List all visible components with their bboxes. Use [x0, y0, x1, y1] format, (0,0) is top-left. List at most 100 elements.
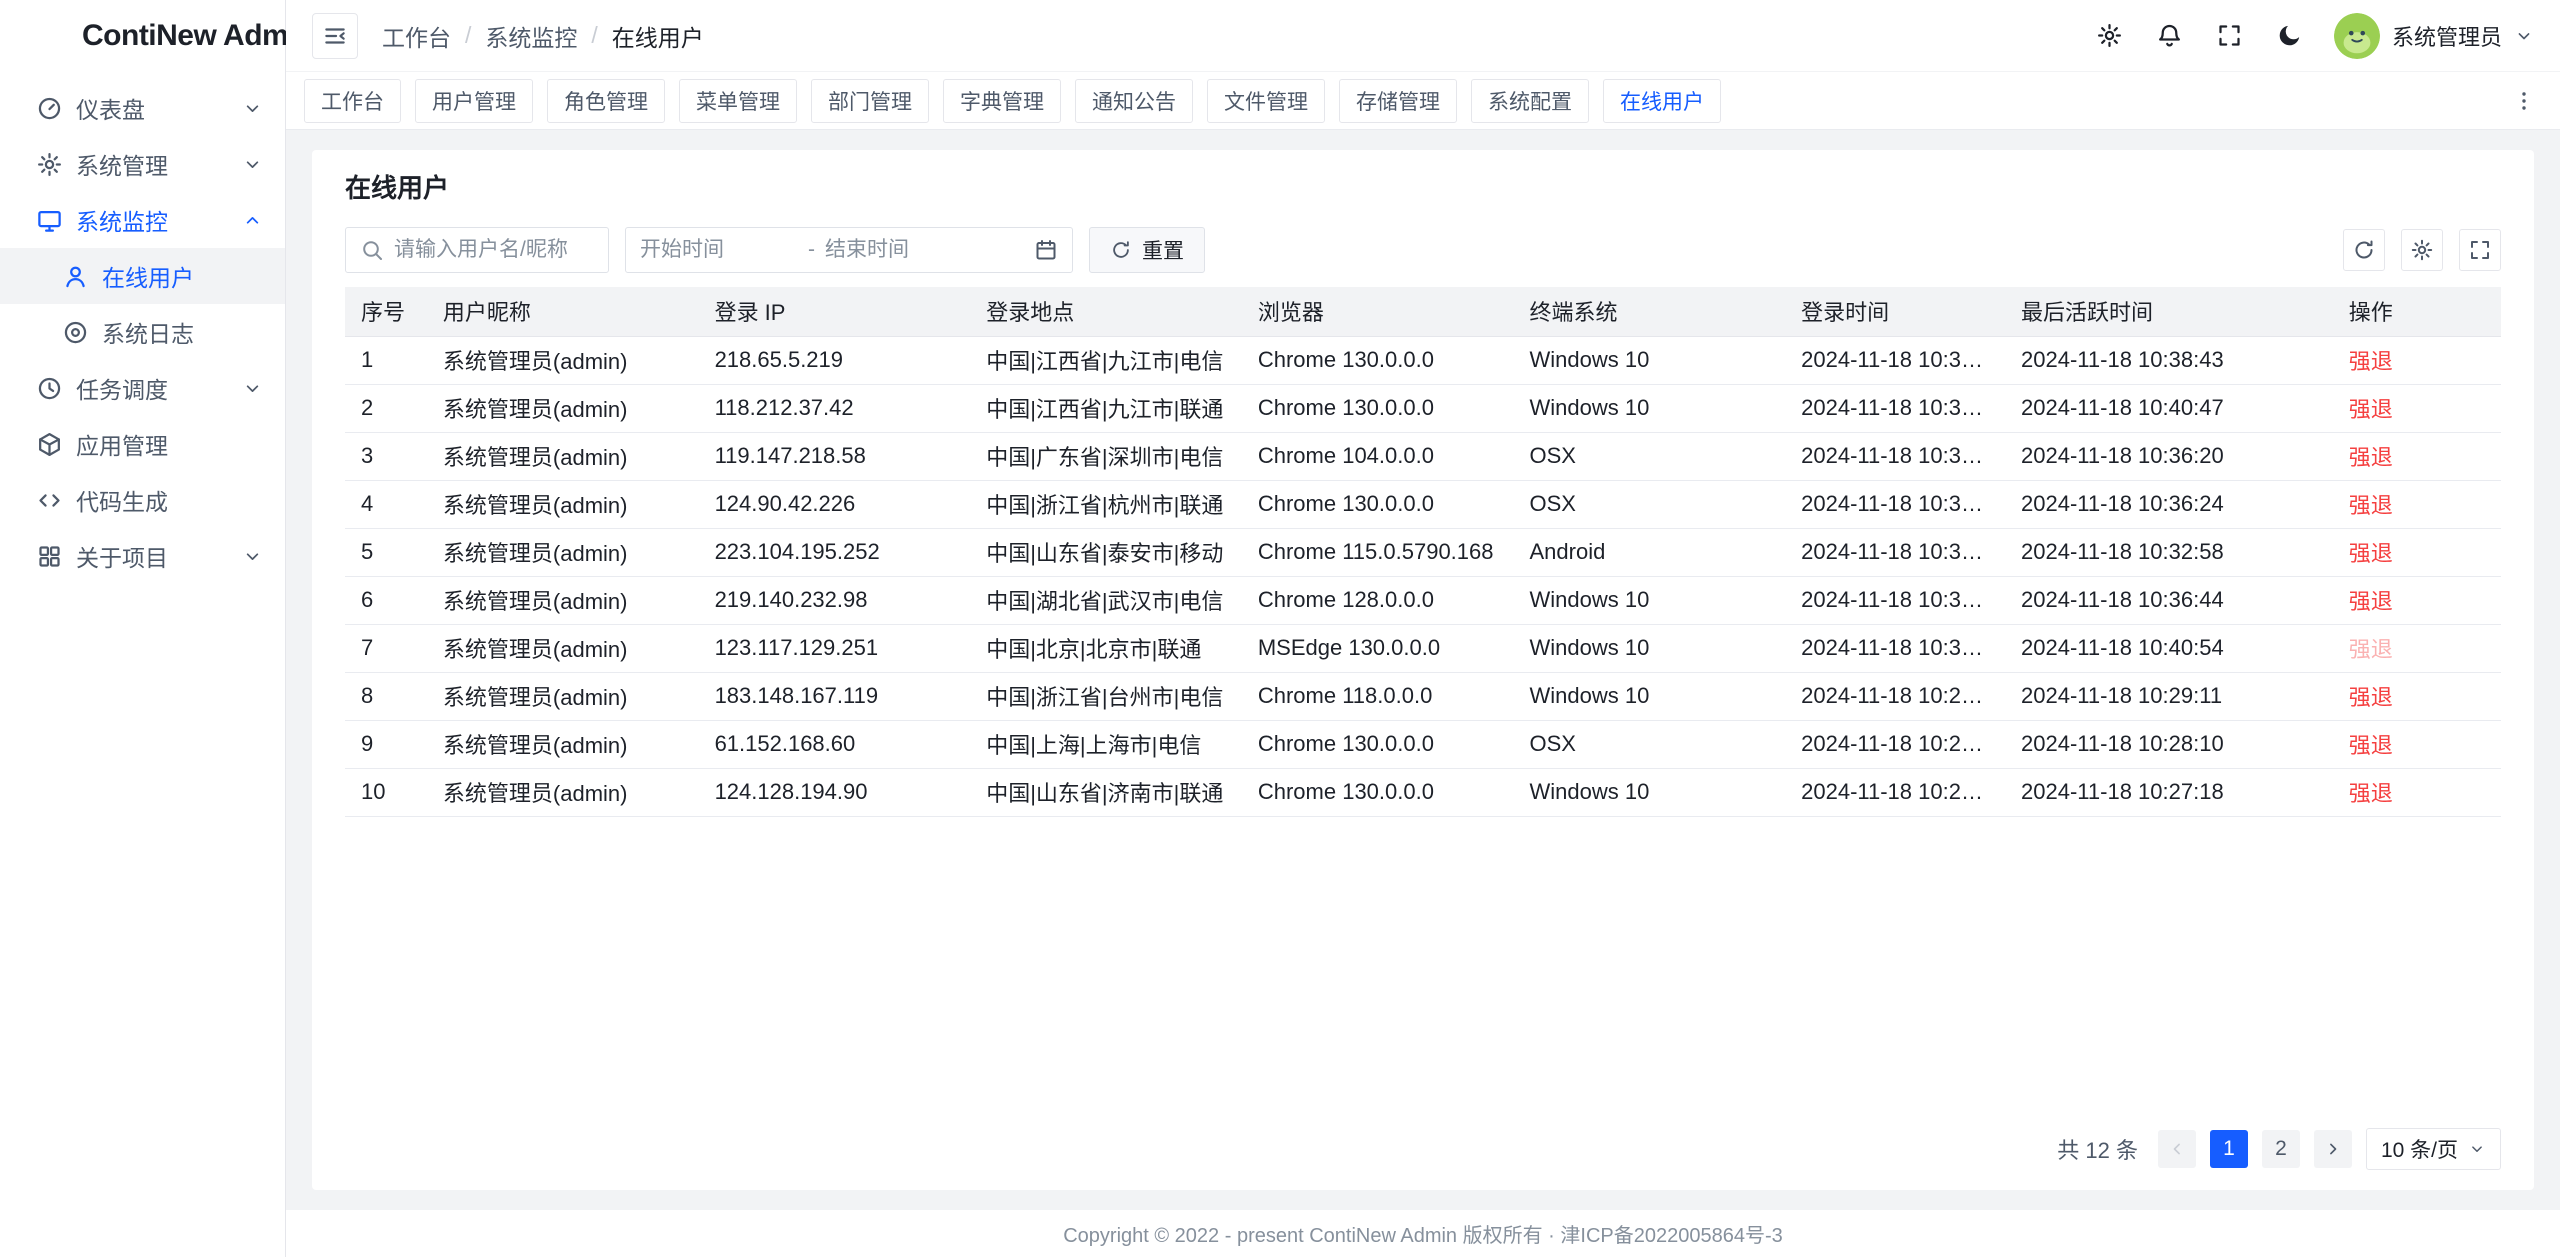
- tab-item[interactable]: 工作台: [304, 79, 401, 123]
- pagination-total: 共 12 条: [2057, 1133, 2138, 1165]
- cell-action: 强退: [2333, 720, 2501, 768]
- tab-item[interactable]: 文件管理: [1207, 79, 1325, 123]
- column-settings-button[interactable]: [2401, 229, 2443, 271]
- tab-item[interactable]: 字典管理: [943, 79, 1061, 123]
- collapse-sidebar-button[interactable]: [312, 13, 358, 59]
- column-header: 最后活跃时间: [2005, 287, 2333, 336]
- force-logout-link[interactable]: 强退: [2349, 589, 2393, 614]
- expand-icon: [2468, 238, 2492, 262]
- cell-location: 中国|山东省|泰安市|移动: [970, 528, 1242, 576]
- cell-ip: 123.117.129.251: [699, 624, 971, 672]
- pagination-prev-button[interactable]: [2158, 1130, 2196, 1168]
- sidebar-item-system-management[interactable]: 系统管理: [0, 136, 285, 192]
- breadcrumb-item[interactable]: 工作台: [382, 19, 451, 53]
- search-input[interactable]: [394, 238, 594, 262]
- start-date-input[interactable]: [640, 238, 798, 262]
- tab-label: 用户管理: [432, 86, 516, 116]
- tab-item[interactable]: 通知公告: [1075, 79, 1193, 123]
- page-size-value: 10 条/页: [2381, 1134, 2458, 1164]
- refresh-table-button[interactable]: [2343, 229, 2385, 271]
- chevron-down-icon: [2514, 26, 2534, 46]
- sidebar-item-task-schedule[interactable]: 任务调度: [0, 360, 285, 416]
- cell-os: Windows 10: [1513, 672, 1785, 720]
- cell-index: 5: [345, 528, 427, 576]
- force-logout-link[interactable]: 强退: [2349, 685, 2393, 710]
- cell-index: 3: [345, 432, 427, 480]
- sidebar-item-app-management[interactable]: 应用管理: [0, 416, 285, 472]
- tab-item[interactable]: 系统配置: [1471, 79, 1589, 123]
- sidebar-item-system-monitor[interactable]: 系统监控: [0, 192, 285, 248]
- tab-label: 部门管理: [828, 86, 912, 116]
- pagination-page-button[interactable]: 1: [2210, 1130, 2248, 1168]
- cell-action: 强退: [2333, 432, 2501, 480]
- user-name: 系统管理员: [2392, 20, 2502, 52]
- pagination-next-button[interactable]: [2314, 1130, 2352, 1168]
- cell-login-time: 2024-11-18 10:36:11: [1785, 480, 2005, 528]
- page-size-select[interactable]: 10 条/页: [2366, 1128, 2501, 1170]
- theme-toggle-button[interactable]: [2274, 20, 2306, 52]
- cell-os: OSX: [1513, 720, 1785, 768]
- force-logout-link[interactable]: 强退: [2349, 637, 2393, 662]
- pagination-page-button[interactable]: 2: [2262, 1130, 2300, 1168]
- cell-action: 强退: [2333, 768, 2501, 816]
- force-logout-link[interactable]: 强退: [2349, 493, 2393, 518]
- breadcrumb-item[interactable]: 系统监控: [485, 19, 577, 53]
- force-logout-link[interactable]: 强退: [2349, 349, 2393, 374]
- breadcrumb: 工作台 / 系统监控 / 在线用户: [382, 19, 704, 53]
- column-header: 操作: [2333, 287, 2501, 336]
- page-title: 在线用户: [345, 168, 2501, 205]
- sidebar-item-about-project[interactable]: 关于项目: [0, 528, 285, 584]
- logo[interactable]: ContiNew Admin: [0, 0, 285, 72]
- column-header: 登录 IP: [699, 287, 971, 336]
- tab-item[interactable]: 角色管理: [547, 79, 665, 123]
- force-logout-link[interactable]: 强退: [2349, 733, 2393, 758]
- tab-more-button[interactable]: [2506, 83, 2542, 119]
- settings-button[interactable]: [2094, 20, 2126, 52]
- cell-index: 7: [345, 624, 427, 672]
- fullscreen-button[interactable]: [2214, 20, 2246, 52]
- cell-os: Windows 10: [1513, 576, 1785, 624]
- sidebar-submenu-system-monitor: 在线用户 系统日志: [0, 248, 285, 360]
- cell-nickname: 系统管理员(admin): [427, 432, 699, 480]
- reset-button[interactable]: 重置: [1089, 227, 1205, 273]
- tab-item[interactable]: 菜单管理: [679, 79, 797, 123]
- cell-nickname: 系统管理员(admin): [427, 480, 699, 528]
- sidebar-item-label: 系统监控: [76, 203, 168, 237]
- cell-os: Android: [1513, 528, 1785, 576]
- force-logout-link[interactable]: 强退: [2349, 781, 2393, 806]
- notifications-button[interactable]: [2154, 20, 2186, 52]
- table-fullscreen-button[interactable]: [2459, 229, 2501, 271]
- tab-item[interactable]: 存储管理: [1339, 79, 1457, 123]
- cell-browser: Chrome 118.0.0.0: [1242, 672, 1514, 720]
- end-date-input[interactable]: [825, 238, 983, 262]
- avatar: [2334, 13, 2380, 59]
- column-header: 终端系统: [1513, 287, 1785, 336]
- force-logout-link[interactable]: 强退: [2349, 445, 2393, 470]
- sidebar-item-code-generation[interactable]: 代码生成: [0, 472, 285, 528]
- footer-copyright: Copyright © 2022 - present ContiNew Admi…: [1063, 1219, 1783, 1248]
- cell-location: 中国|山东省|济南市|联通: [970, 768, 1242, 816]
- tab-item[interactable]: 在线用户: [1603, 79, 1721, 123]
- table-row: 8 系统管理员(admin) 183.148.167.119 中国|浙江省|台州…: [345, 672, 2501, 720]
- cell-os: Windows 10: [1513, 336, 1785, 384]
- sidebar-item-online-users[interactable]: 在线用户: [0, 248, 285, 304]
- gear-icon: [2410, 238, 2434, 262]
- cell-ip: 124.128.194.90: [699, 768, 971, 816]
- user-menu[interactable]: 系统管理员: [2334, 13, 2534, 59]
- table-row: 7 系统管理员(admin) 123.117.129.251 中国|北京|北京市…: [345, 624, 2501, 672]
- force-logout-link[interactable]: 强退: [2349, 397, 2393, 422]
- tab-item[interactable]: 部门管理: [811, 79, 929, 123]
- cell-index: 6: [345, 576, 427, 624]
- cell-nickname: 系统管理员(admin): [427, 576, 699, 624]
- cell-ip: 219.140.232.98: [699, 576, 971, 624]
- sidebar-item-dashboard[interactable]: 仪表盘: [0, 80, 285, 136]
- cell-login-time: 2024-11-18 10:30:47: [1785, 624, 2005, 672]
- reset-button-label: 重置: [1142, 235, 1184, 265]
- cell-index: 8: [345, 672, 427, 720]
- chevron-right-icon: [2323, 1139, 2343, 1159]
- app-root: ContiNew Admin 仪表盘 系统管理 系统监控 在线用户: [0, 0, 2560, 1257]
- force-logout-link[interactable]: 强退: [2349, 541, 2393, 566]
- sidebar-item-system-logs[interactable]: 系统日志: [0, 304, 285, 360]
- tab-item[interactable]: 用户管理: [415, 79, 533, 123]
- date-range-picker[interactable]: -: [625, 227, 1073, 273]
